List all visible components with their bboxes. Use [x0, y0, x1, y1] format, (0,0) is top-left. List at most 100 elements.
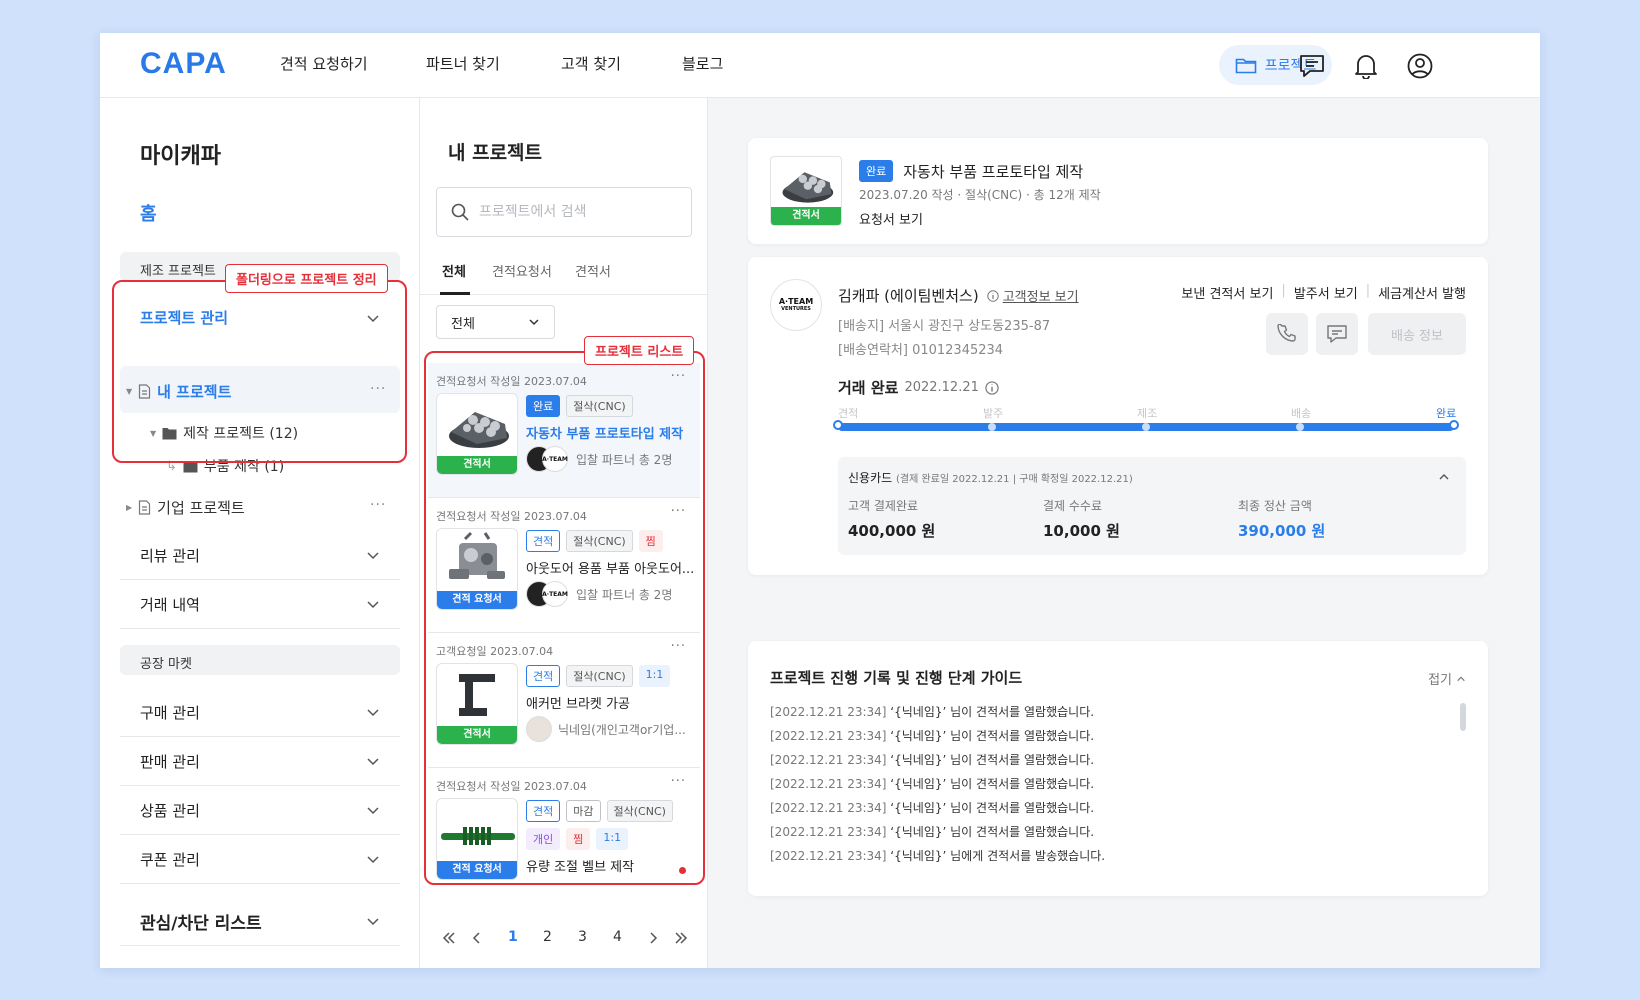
view-request-link[interactable]: 요청서 보기: [859, 209, 923, 228]
project-title-row: 완료 자동차 부품 프로토타입 제작: [859, 160, 1083, 182]
project-tabs: 전체 견적요청서 견적서: [420, 248, 708, 295]
tab-all[interactable]: 전체: [442, 261, 466, 280]
chat-button[interactable]: [1316, 313, 1358, 355]
log-message: ‘{닉네임}’ 님이 견적서를 열람했습니다.: [890, 729, 1095, 743]
log-scrollbar[interactable]: [1460, 703, 1466, 731]
page-4[interactable]: 4: [613, 929, 622, 945]
shipping-info-button[interactable]: 배송 정보: [1368, 313, 1466, 355]
sidebar-item-watch-block[interactable]: 관심/차단 리스트: [120, 897, 400, 946]
log-line: [2022.12.21 23:34] ‘{닉네임}’ 님이 견적서를 열람했습니…: [770, 823, 1094, 840]
tab-active-indicator: [440, 292, 470, 295]
annotation-list-label: 프로젝트 리스트: [584, 336, 695, 365]
phone-icon: [1277, 324, 1296, 342]
stage-label: 배송: [1291, 407, 1312, 420]
payment-summary: 신용카드 (결제 완료일 2022.12.21 | 구매 확정일 2022.12…: [838, 457, 1466, 555]
sidebar-item-label: 상품 관리: [140, 801, 200, 820]
fold-label: 접기: [1428, 673, 1452, 688]
annotation-folder-box: [112, 280, 407, 463]
bell-icon[interactable]: [1351, 51, 1381, 81]
filter-select[interactable]: 전체: [436, 305, 555, 339]
sidebar-item-label: 거래 내역: [140, 595, 200, 614]
tree-item-corporate-projects[interactable]: ▶ 기업 프로젝트: [126, 497, 245, 518]
shipping-contact: [배송연락처] 01012345234: [838, 343, 1004, 358]
chevron-up-icon[interactable]: [1438, 471, 1450, 483]
chevron-down-icon: [367, 709, 379, 717]
fold-button[interactable]: 접기: [1428, 669, 1466, 688]
stage-dot: [1449, 420, 1459, 430]
sidebar-item-home[interactable]: 홈: [140, 200, 157, 226]
sidebar-item-label: 리뷰 관리: [140, 546, 200, 565]
pay-value: 10,000 원: [1043, 522, 1120, 540]
log-message: ‘{닉네임}’ 님이 견적서를 열람했습니다.: [890, 825, 1095, 839]
info-icon[interactable]: [985, 380, 999, 395]
search-icon: [451, 203, 469, 221]
pay-value: 390,000 원: [1238, 522, 1326, 540]
log-message: ‘{닉네임}’ 님이 견적서를 열람했습니다.: [890, 801, 1095, 815]
pay-label: 최종 정산 금액: [1238, 499, 1312, 513]
chevron-up-icon: [1457, 676, 1465, 681]
prev-page-icon[interactable]: [470, 931, 484, 945]
page-1[interactable]: 1: [508, 929, 518, 945]
log-line: [2022.12.21 23:34] ‘{닉네임}’ 님에게 견적서를 발송했습…: [770, 847, 1105, 864]
log-timestamp: [2022.12.21 23:34]: [770, 777, 887, 791]
sidebar-group-factory: 공장 마켓: [120, 645, 400, 675]
chevron-down-icon: [367, 807, 379, 815]
log-timestamp: [2022.12.21 23:34]: [770, 825, 887, 839]
chevron-down-icon: [367, 601, 379, 609]
sidebar-title: 마이캐파: [140, 144, 221, 169]
page-3[interactable]: 3: [578, 929, 587, 945]
sidebar-item-product-manage[interactable]: 상품 관리: [120, 786, 400, 835]
log-line: [2022.12.21 23:34] ‘{닉네임}’ 님이 견적서를 열람했습니…: [770, 727, 1094, 744]
status-badge: 완료: [859, 160, 894, 182]
payment-fee: 결제 수수료 10,000 원: [1043, 497, 1120, 541]
chevron-down-icon: [367, 856, 379, 864]
capa-logo[interactable]: CAPA: [140, 47, 227, 81]
nav-find-customer[interactable]: 고객 찾기: [561, 53, 621, 74]
nav-blog[interactable]: 블로그: [682, 53, 723, 74]
project-list-panel: 내 프로젝트 전체 견적요청서 견적서 전체 견적요청서 작성일 2023.07…: [420, 98, 708, 968]
next-page-icon[interactable]: [646, 931, 660, 945]
purchase-order-link[interactable]: 발주서 보기: [1294, 283, 1358, 302]
first-page-icon[interactable]: [442, 931, 456, 945]
log-message: ‘{닉네임}’ 님이 견적서를 열람했습니다.: [890, 705, 1095, 719]
document-icon: [139, 500, 151, 515]
tab-quote-request[interactable]: 견적요청서: [492, 261, 552, 280]
sidebar-item-label: 관심/차단 리스트: [140, 913, 262, 934]
pay-label: 고객 결제완료: [848, 499, 919, 513]
customer-info-link[interactable]: 고객정보 보기: [986, 286, 1079, 305]
call-button[interactable]: [1266, 313, 1308, 355]
log-message: ‘{닉네임}’ 님에게 견적서를 발송했습니다.: [890, 849, 1106, 863]
thumb-tag: 견적서: [771, 207, 841, 225]
log-timestamp: [2022.12.21 23:34]: [770, 849, 887, 863]
customer-logo: A·TEAM VENTURES: [770, 279, 822, 331]
sidebar-item-review-manage[interactable]: 리뷰 관리: [120, 531, 400, 580]
sidebar-item-label: 판매 관리: [140, 752, 200, 771]
sent-quote-link[interactable]: 보낸 견적서 보기: [1181, 283, 1273, 302]
progress-log-card: 프로젝트 진행 기록 및 진행 단계 가이드 접기 [2022.12.21 23…: [748, 641, 1488, 896]
tab-quote[interactable]: 견적서: [575, 261, 611, 280]
search-box[interactable]: [436, 187, 692, 237]
deal-status-row: 거래 완료 2022.12.21: [838, 377, 999, 398]
sidebar-item-coupon-manage[interactable]: 쿠폰 관리: [120, 835, 400, 884]
sidebar-item-sales-manage[interactable]: 판매 관리: [120, 737, 400, 786]
chevron-down-icon: [367, 758, 379, 766]
search-input[interactable]: [479, 204, 669, 220]
divider: |: [1365, 283, 1371, 298]
message-icon[interactable]: [1297, 51, 1327, 81]
nav-find-partner[interactable]: 파트너 찾기: [426, 53, 500, 74]
page-2[interactable]: 2: [543, 929, 552, 945]
tax-invoice-link[interactable]: 세금계산서 발행: [1378, 283, 1466, 302]
payment-method: 신용카드 (결제 완료일 2022.12.21 | 구매 확정일 2022.12…: [848, 469, 1133, 486]
car-part-image-icon: [782, 172, 834, 203]
user-account-icon[interactable]: [1405, 51, 1435, 81]
message-icon: [1327, 325, 1347, 343]
deal-status: 거래 완료: [838, 379, 899, 397]
nav-request-quote[interactable]: 견적 요청하기: [280, 53, 368, 74]
stage-dot: [833, 420, 843, 430]
customer-name: 김캐파 (에이팀벤처스): [838, 287, 979, 305]
info-icon: [986, 289, 999, 302]
more-options-icon[interactable]: ···: [370, 497, 386, 513]
sidebar-item-transactions[interactable]: 거래 내역: [120, 580, 400, 629]
last-page-icon[interactable]: [674, 931, 688, 945]
sidebar-item-purchase-manage[interactable]: 구매 관리: [120, 688, 400, 737]
